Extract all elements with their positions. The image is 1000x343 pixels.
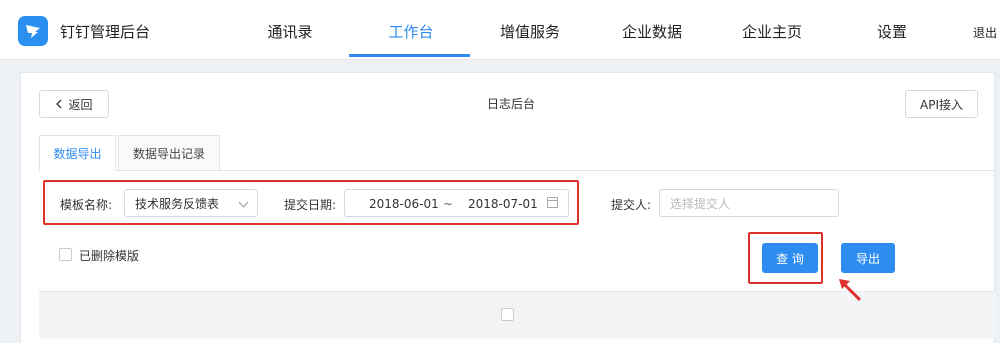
date-start: 2018-06-01 [369,197,439,211]
active-nav-indicator [349,54,470,57]
query-button[interactable]: 查 询 [762,243,818,273]
submit-date-label: 提交日期: [284,198,337,212]
deleted-templates-checkbox[interactable] [59,248,72,261]
deleted-templates-label: 已删除模版 [79,249,140,263]
template-name-label: 模板名称: [60,198,113,212]
chevron-left-icon [56,99,62,109]
select-all-checkbox[interactable] [501,308,514,321]
date-separator: ~ [443,197,454,211]
dingtalk-logo-icon[interactable] [18,16,48,46]
page-title: 日志后台 [486,97,535,111]
tab-export-records[interactable]: 数据导出记录 [118,135,220,171]
tab-data-export[interactable]: 数据导出 [39,135,116,171]
nav-item-workbench[interactable]: 工作台 [381,21,441,42]
nav-item-settings[interactable]: 设置 [874,21,910,42]
logout-link[interactable]: 退出 [973,24,997,41]
nav-item-enterprise-data[interactable]: 企业数据 [619,21,685,42]
back-button[interactable]: 返回 [39,90,109,118]
date-end: 2018-07-01 [468,197,538,211]
template-select[interactable]: 技术服务反馈表 [124,189,258,217]
nav-item-contacts[interactable]: 通讯录 [262,21,318,42]
back-button-label: 返回 [68,97,93,112]
template-select-value: 技术服务反馈表 [135,196,220,211]
chevron-down-icon [238,197,249,208]
calendar-icon [547,197,558,208]
top-navigation-bar: 钉钉管理后台 通讯录 工作台 增值服务 企业数据 企业主页 设置 退出 [0,0,1000,60]
date-range-picker[interactable]: 2018-06-01 ~ 2018-07-01 [344,189,569,217]
nav-item-value-added-services[interactable]: 增值服务 [497,21,563,42]
brand-name: 钉钉管理后台 [60,23,151,41]
nav-item-enterprise-homepage[interactable]: 企业主页 [739,21,805,42]
submitter-label: 提交人: [611,198,652,212]
submitter-input[interactable]: 选择提交人 [659,189,839,217]
api-access-button[interactable]: API接入 [905,90,978,118]
red-arrow-annotation [839,279,862,302]
